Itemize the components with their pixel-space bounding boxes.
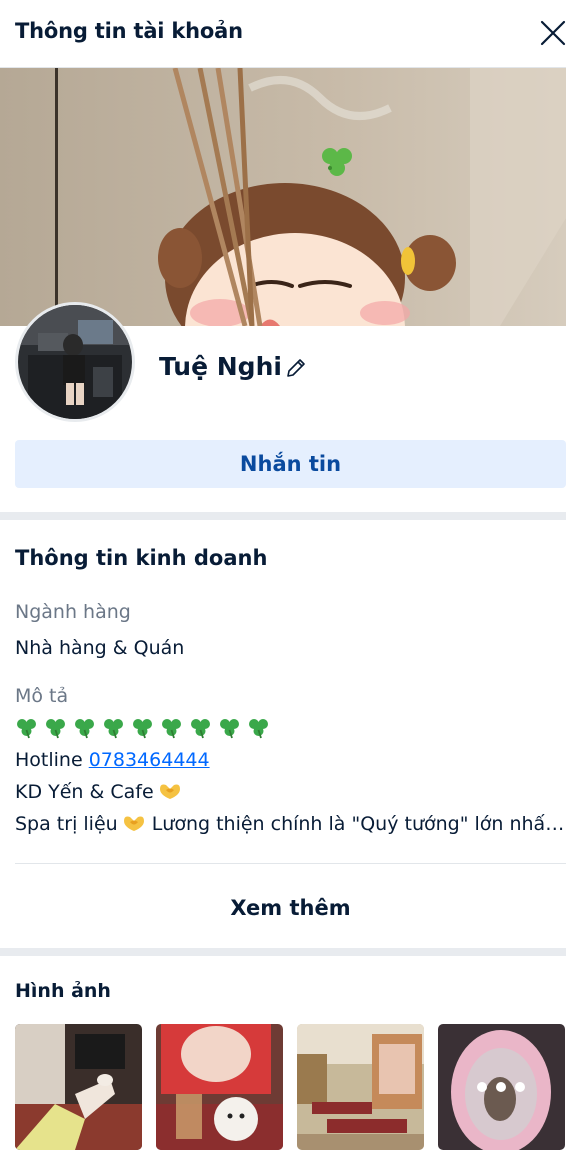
see-more-button[interactable]: Xem thêm: [15, 880, 566, 936]
photo-thumbnail[interactable]: [156, 1024, 283, 1150]
profile-name: Tuệ Nghi: [159, 352, 282, 381]
shamrock-emoji-icon: [75, 719, 94, 739]
hotline-line: Hotline 0783464444: [15, 749, 210, 771]
spa-prefix: Spa trị liệu: [15, 813, 118, 835]
description-line-kd: KD Yến & Cafe: [15, 781, 182, 803]
kd-text: KD Yến & Cafe: [15, 781, 154, 803]
photo-thumbnail[interactable]: [15, 1024, 142, 1150]
separator: [15, 863, 566, 864]
shamrock-emoji-icon: [249, 719, 268, 739]
header: Thông tin tài khoản: [0, 0, 566, 68]
shamrock-emoji-icon: [46, 719, 65, 739]
hotline-prefix: Hotline: [15, 749, 89, 771]
shamrock-emoji-icon: [162, 719, 181, 739]
header-title: Thông tin tài khoản: [15, 19, 243, 43]
heart-hands-emoji-icon: [122, 813, 146, 833]
close-icon[interactable]: [538, 18, 566, 48]
spa-text: Lương thiện chính là "Quý tướng" lớn nhấ…: [151, 813, 566, 835]
description-line-spa: Spa trị liệu Lương thiện chính là "Quý tư…: [15, 813, 566, 835]
photo-thumbnail-more[interactable]: [438, 1024, 565, 1150]
cover-photo[interactable]: [0, 68, 566, 326]
section-divider: [0, 948, 566, 956]
section-divider: [0, 512, 566, 520]
shamrock-emoji-icon: [17, 719, 36, 739]
industry-value: Nhà hàng & Quán: [15, 637, 185, 659]
industry-label: Ngành hàng: [15, 601, 131, 623]
photos-title: Hình ảnh: [15, 980, 111, 1002]
avatar[interactable]: [15, 302, 135, 422]
business-info-title: Thông tin kinh doanh: [15, 546, 268, 570]
shamrock-emoji-icon: [191, 719, 210, 739]
clover-emoji-line: [15, 716, 270, 740]
shamrock-emoji-icon: [104, 719, 123, 739]
hotline-link[interactable]: 0783464444: [89, 749, 210, 771]
shamrock-emoji-icon: [133, 719, 152, 739]
photo-thumbnail[interactable]: [297, 1024, 424, 1150]
heart-hands-emoji-icon: [158, 781, 182, 801]
message-button[interactable]: Nhắn tin: [15, 440, 566, 488]
shamrock-emoji-icon: [220, 719, 239, 739]
description-label: Mô tả: [15, 685, 69, 707]
edit-pencil-icon[interactable]: [285, 357, 307, 379]
